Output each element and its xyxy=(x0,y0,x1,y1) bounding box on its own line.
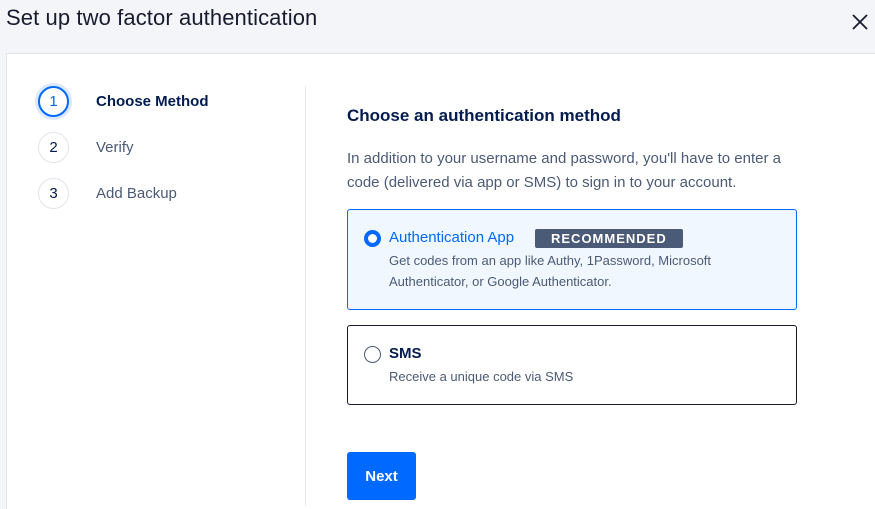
close-icon[interactable] xyxy=(849,11,871,33)
option-title: SMS xyxy=(389,345,422,362)
option-authentication-app[interactable]: Authentication App RECOMMENDED Get codes… xyxy=(347,209,797,310)
section-description: In addition to your username and passwor… xyxy=(347,150,781,191)
option-subtitle: Receive a unique code via SMS xyxy=(389,369,574,384)
setup-card: 1 Choose Method 2 Verify 3 Add Backup Ch… xyxy=(6,53,875,509)
step-label: Choose Method xyxy=(96,92,209,110)
step-choose-method: 1 Choose Method xyxy=(38,85,209,117)
next-button[interactable]: Next xyxy=(347,452,416,500)
step-number: 1 xyxy=(38,85,69,117)
step-number: 2 xyxy=(38,131,69,163)
step-add-backup: 3 Add Backup xyxy=(38,177,177,209)
option-sms[interactable]: SMS Receive a unique code via SMS xyxy=(347,325,797,405)
modal-title: Set up two factor authentication xyxy=(6,5,318,30)
step-label: Add Backup xyxy=(96,184,177,202)
section-heading: Choose an authentication method xyxy=(347,106,621,125)
option-subtitle: Get codes from an app like Authy, 1Passw… xyxy=(389,253,712,289)
vertical-divider xyxy=(305,86,306,506)
step-number: 3 xyxy=(38,177,69,209)
step-label: Verify xyxy=(96,138,134,156)
step-list: 1 Choose Method 2 Verify 3 Add Backup xyxy=(7,54,307,509)
step-verify: 2 Verify xyxy=(38,131,134,163)
option-title: Authentication App xyxy=(389,229,515,246)
radio-selected-icon[interactable] xyxy=(364,230,381,247)
radio-unselected-icon[interactable] xyxy=(364,346,381,363)
recommended-badge: RECOMMENDED xyxy=(535,229,683,248)
